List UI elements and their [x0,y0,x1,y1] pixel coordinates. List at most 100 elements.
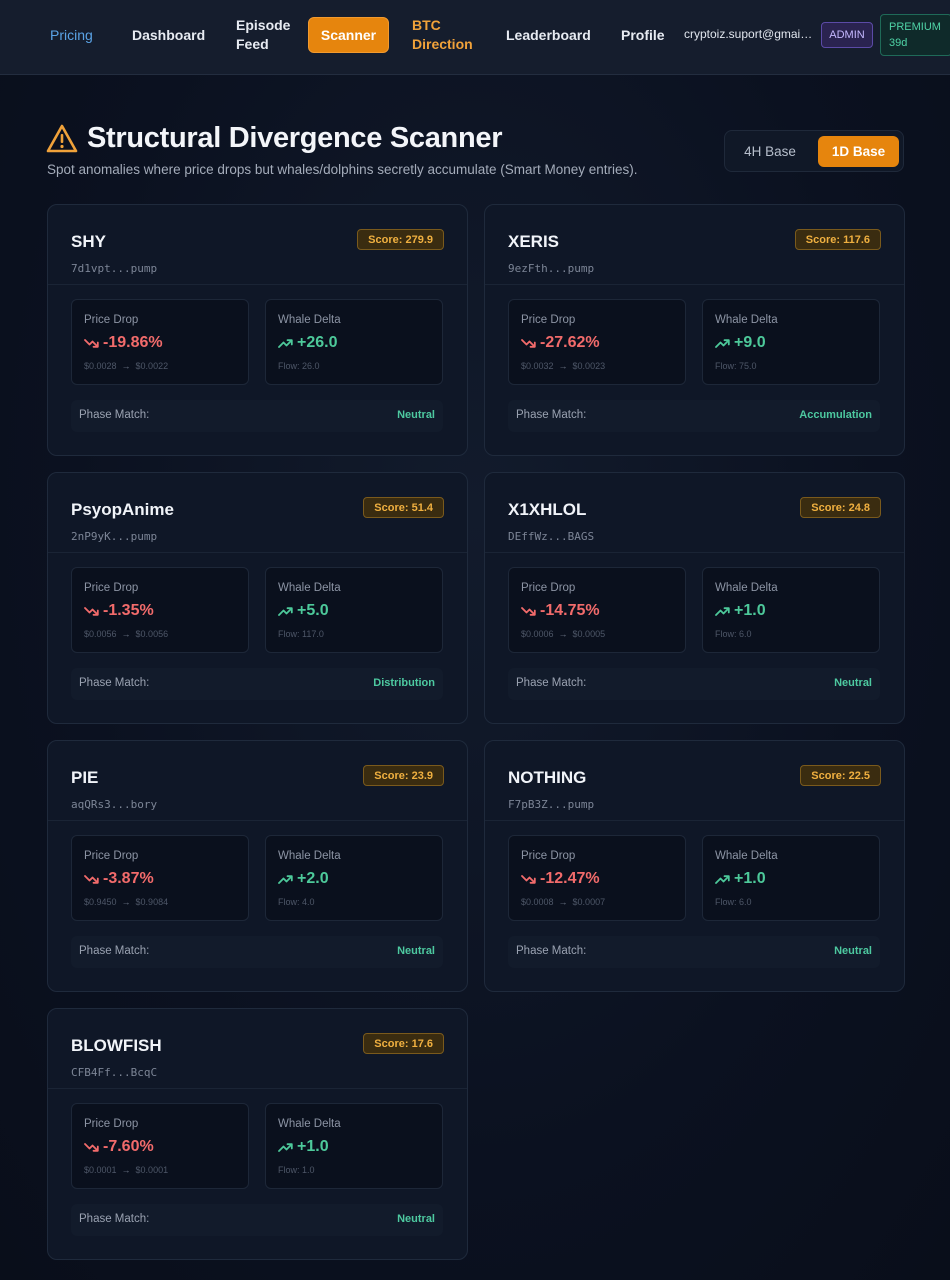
toggle-4h-base[interactable]: 4H Base [731,136,809,167]
token-address: DEffWz...BAGS [508,530,595,543]
price-drop-label: Price Drop [84,582,139,594]
whale-flow: Flow: 6.0 [715,897,752,907]
price-from: $0.0028 [84,361,117,371]
price-drop-percent: -12.47% [540,870,600,887]
price-drop-label: Price Drop [84,314,139,326]
nav-scanner-button[interactable]: Scanner [308,17,389,53]
price-drop-panel: Price Drop -1.35% $0.0056 → $0.0056 [71,567,249,653]
card-header: SHY 7d1vpt...pump Score: 279.9 [48,205,467,285]
whale-flow: Flow: 75.0 [715,361,757,371]
phase-match-row: Phase Match: Neutral [71,1204,443,1236]
phase-match-row: Phase Match: Distribution [71,668,443,700]
whale-delta-number: +2.0 [297,870,329,887]
trend-down-icon [84,338,99,348]
premium-badge: PREMIUM 39d [880,14,950,56]
phase-match-label: Phase Match: [79,945,150,957]
token-symbol: BLOWFISH [71,1036,162,1055]
price-drop-label: Price Drop [84,1118,139,1130]
phase-match-label: Phase Match: [79,409,150,421]
price-range: $0.0032 → $0.0023 [521,361,605,371]
toggle-1d-base[interactable]: 1D Base [818,136,899,167]
whale-delta-label: Whale Delta [278,1118,341,1130]
price-range: $0.0001 → $0.0001 [84,1165,168,1175]
arrow-right-icon: → [121,629,131,639]
whale-flow: Flow: 1.0 [278,1165,315,1175]
card-header: PIE aqQRs3...bory Score: 23.9 [48,741,467,821]
trend-down-icon [521,338,536,348]
whale-delta-value: +5.0 [278,602,329,620]
token-symbol: PsyopAnime [71,500,174,519]
score-badge: Score: 51.4 [363,497,444,518]
card-header: NOTHING F7pB3Z...pump Score: 22.5 [485,741,904,821]
whale-flow: Flow: 117.0 [278,629,324,639]
nav-episode-feed-link[interactable]: Episode Feed [236,16,296,54]
phase-match-row: Phase Match: Neutral [71,400,443,432]
token-card[interactable]: XERIS 9ezFth...pump Score: 117.6 Price D… [484,204,905,456]
price-range: $0.0008 → $0.0007 [521,897,605,907]
price-drop-label: Price Drop [84,850,139,862]
nav-dashboard-link[interactable]: Dashboard [132,26,205,45]
token-card[interactable]: BLOWFISH CFB4Ff...BcqC Score: 17.6 Price… [47,1008,468,1260]
price-drop-percent: -27.62% [540,334,600,351]
phase-match-label: Phase Match: [516,677,587,689]
phase-match-row: Phase Match: Accumulation [508,400,880,432]
trend-down-icon [521,606,536,616]
token-card[interactable]: PsyopAnime 2nP9yK...pump Score: 51.4 Pri… [47,472,468,724]
arrow-right-icon: → [121,1165,131,1175]
trend-up-icon [715,874,730,884]
whale-delta-label: Whale Delta [715,314,778,326]
arrow-right-icon: → [558,897,568,907]
whale-delta-panel: Whale Delta +1.0 Flow: 1.0 [265,1103,443,1189]
phase-match-label: Phase Match: [79,677,150,689]
whale-delta-panel: Whale Delta +1.0 Flow: 6.0 [702,835,880,921]
token-symbol: XERIS [508,232,560,251]
admin-badge: ADMIN [821,22,873,48]
price-drop-value: -12.47% [521,870,600,888]
arrow-right-icon: → [558,629,568,639]
nav-leaderboard-link[interactable]: Leaderboard [506,26,591,45]
page-title: Structural Divergence Scanner [87,122,503,154]
token-symbol: NOTHING [508,768,587,787]
trend-down-icon [521,874,536,884]
token-symbol: SHY [71,232,106,251]
user-email: cryptoiz.suport@gmail.... [684,27,814,41]
price-range: $0.0056 → $0.0056 [84,629,168,639]
token-address: CFB4Ff...BcqC [71,1066,158,1079]
phase-match-row: Phase Match: Neutral [508,936,880,968]
score-badge: Score: 117.6 [794,229,881,250]
whale-delta-label: Whale Delta [715,850,778,862]
token-symbol: X1XHLOL [508,500,587,519]
trend-up-icon [278,1142,293,1152]
price-from: $0.0032 [521,361,554,371]
premium-days: 39d [889,37,908,49]
score-badge: Score: 24.8 [800,497,881,518]
token-address: 7d1vpt...pump [71,262,158,275]
trend-up-icon [278,606,293,616]
token-card[interactable]: SHY 7d1vpt...pump Score: 279.9 Price Dro… [47,204,468,456]
nav-pricing-link[interactable]: Pricing [50,26,93,45]
price-drop-label: Price Drop [521,314,576,326]
trend-down-icon [84,1142,99,1152]
nav-profile-link[interactable]: Profile [621,26,665,45]
whale-delta-value: +1.0 [278,1138,329,1156]
card-header: BLOWFISH CFB4Ff...BcqC Score: 17.6 [48,1009,467,1089]
token-card[interactable]: X1XHLOL DEffWz...BAGS Score: 24.8 Price … [484,472,905,724]
whale-flow: Flow: 4.0 [278,897,315,907]
price-to: $0.9084 [135,897,169,907]
token-card[interactable]: NOTHING F7pB3Z...pump Score: 22.5 Price … [484,740,905,992]
phase-match-label: Phase Match: [516,409,587,421]
whale-delta-number: +1.0 [734,870,766,887]
price-drop-percent: -1.35% [103,602,154,619]
phase-match-row: Phase Match: Neutral [508,668,880,700]
trend-up-icon [715,338,730,348]
token-address: aqQRs3...bory [71,798,158,811]
nav-btc-direction-link[interactable]: BTC Direction [412,16,474,54]
price-range: $0.9450 → $0.9084 [84,897,168,907]
price-drop-panel: Price Drop -19.86% $0.0028 → $0.0022 [71,299,249,385]
card-header: XERIS 9ezFth...pump Score: 117.6 [485,205,904,285]
phase-match-label: Phase Match: [516,945,587,957]
score-badge: Score: 22.5 [800,765,881,786]
token-card[interactable]: PIE aqQRs3...bory Score: 23.9 Price Drop… [47,740,468,992]
whale-delta-label: Whale Delta [715,582,778,594]
page-header: Structural Divergence Scanner [46,122,502,155]
